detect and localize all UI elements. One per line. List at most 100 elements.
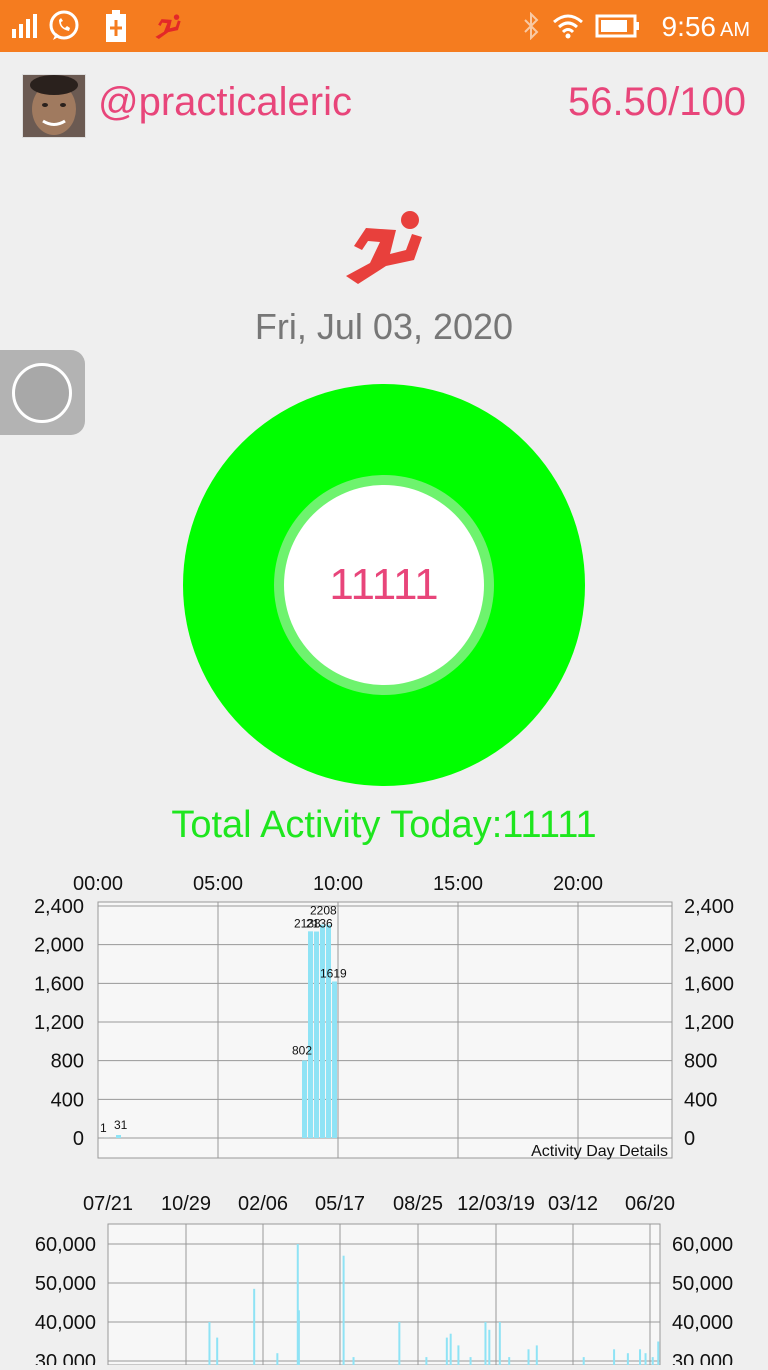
y-tick-label-right: 1,200	[684, 1012, 734, 1034]
ring-inner: 11111	[274, 475, 494, 695]
chart-bar	[425, 1357, 427, 1365]
chart-bar	[320, 925, 325, 1138]
chart-bar	[450, 1334, 452, 1365]
y-tick-label-right: 40,000	[672, 1312, 733, 1334]
chart-bar	[253, 1289, 255, 1365]
y-tick-label-right: 800	[684, 1051, 717, 1073]
chart-bar	[216, 1338, 218, 1365]
chart-bar	[470, 1357, 472, 1365]
x-tick-label: 15:00	[433, 873, 483, 895]
profile-header: @practicaleric 56.50/100	[0, 52, 768, 162]
y-tick-label-right: 0	[684, 1128, 695, 1150]
score: 56.50/100	[568, 80, 746, 125]
chart-bar	[657, 1342, 659, 1366]
chart-bar	[484, 1322, 486, 1365]
chart-bar	[613, 1349, 615, 1365]
chart-bar	[298, 1310, 300, 1365]
x-tick-label: 03/12	[548, 1193, 598, 1215]
bluetooth-icon	[520, 0, 542, 52]
ring-value: 11111	[284, 485, 484, 685]
activity-history-chart: 60,000 60,000 50,000 50,000 40,000 40,000 30,0…	[0, 1180, 768, 1365]
time-text: 9:56	[662, 11, 717, 42]
chart-bar	[208, 1322, 210, 1365]
chart-bar	[488, 1330, 490, 1365]
runner-icon	[150, 0, 184, 52]
x-tick-label: 12/03/19	[457, 1193, 535, 1215]
x-tick-label: 02/06	[238, 1193, 288, 1215]
bar-data-label: 2136	[306, 917, 333, 931]
chart-bar	[302, 1060, 307, 1138]
status-bar: 9:56AM	[0, 0, 768, 52]
chart-bar	[326, 925, 331, 1138]
y-tick-label-left: 1,600	[34, 973, 84, 995]
floating-assistive-button[interactable]	[0, 350, 85, 435]
total-activity-label: Total Activity Today:11111	[0, 804, 768, 847]
chart-bar	[645, 1353, 647, 1365]
chart-bar	[639, 1349, 641, 1365]
chart-bar	[499, 1322, 501, 1365]
chart-bar	[652, 1357, 654, 1365]
y-tick-label-right: 2,000	[684, 935, 734, 957]
y-tick-label-right: 400	[684, 1089, 717, 1111]
bar-data-label: 2208	[310, 904, 337, 918]
ampm-text: AM	[720, 19, 750, 41]
x-tick-label: 05:00	[193, 873, 243, 895]
y-tick-label-left: 1,200	[34, 1012, 84, 1034]
chart-bar	[116, 1135, 121, 1138]
chart-bar	[276, 1353, 278, 1365]
y-tick-label-left: 60,000	[35, 1234, 96, 1256]
activity-ring: 11111	[183, 384, 585, 786]
chart-bar	[353, 1357, 355, 1365]
x-tick-label: 05/17	[315, 1193, 365, 1215]
runner-icon	[340, 208, 428, 284]
plot-area	[98, 902, 672, 1158]
chart-bar	[398, 1322, 400, 1365]
circle-icon	[12, 363, 72, 423]
chart-bar	[583, 1357, 585, 1365]
y-tick-label-right: 50,000	[672, 1273, 733, 1295]
y-tick-label-left: 2,000	[34, 935, 84, 957]
activity-day-chart: 2,400 2,400 2,000 2,000 1,600 1,600 1,200 1,200…	[0, 862, 768, 1172]
signal-icon	[10, 0, 40, 52]
battery-icon	[594, 0, 642, 52]
y-tick-label-left: 2,400	[34, 896, 84, 918]
chart-bar	[457, 1345, 459, 1365]
bar-data-label: 1619	[320, 966, 347, 980]
chart-bar	[343, 1256, 345, 1365]
activity-day-chart-svg: 2,400 2,400 2,000 2,000 1,600 1,600 1,200 1,200…	[0, 862, 768, 1172]
y-tick-label-left: 40,000	[35, 1312, 96, 1334]
y-tick-label-left: 30,000	[35, 1351, 96, 1365]
username[interactable]: @practicaleric	[98, 80, 352, 125]
bar-data-label: 802	[292, 1043, 312, 1057]
x-tick-label: 10:00	[313, 873, 363, 895]
y-tick-label-left: 400	[51, 1089, 84, 1111]
x-tick-label: 20:00	[553, 873, 603, 895]
whatsapp-icon	[46, 0, 82, 52]
x-tick-label: 07/21	[83, 1193, 133, 1215]
chart-bar	[314, 932, 319, 1138]
y-tick-label-right: 60,000	[672, 1234, 733, 1256]
date-label: Fri, Jul 03, 2020	[0, 306, 768, 348]
chart-title: Activity Day Details	[531, 1143, 668, 1160]
y-tick-label-right: 30,000	[672, 1351, 733, 1365]
status-time: 9:56AM	[662, 0, 751, 52]
x-tick-label: 06/20	[625, 1193, 675, 1215]
activity-history-chart-svg: 60,000 60,000 50,000 50,000 40,000 40,000 30,0…	[0, 1180, 768, 1365]
chart-bar	[308, 931, 313, 1138]
battery-charging-icon	[102, 0, 130, 52]
x-tick-label: 00:00	[73, 873, 123, 895]
y-tick-label-right: 2,400	[684, 896, 734, 918]
chart-bar	[528, 1349, 530, 1365]
x-tick-label: 10/29	[161, 1193, 211, 1215]
chart-bar	[508, 1357, 510, 1365]
avatar[interactable]	[22, 74, 86, 138]
chart-bar	[332, 981, 337, 1138]
x-tick-label: 08/25	[393, 1193, 443, 1215]
chart-bar	[446, 1338, 448, 1365]
wifi-icon	[552, 0, 584, 52]
bar-data-label: 1	[100, 1121, 107, 1135]
y-tick-label-left: 800	[51, 1051, 84, 1073]
y-tick-label-left: 50,000	[35, 1273, 96, 1295]
y-tick-label-right: 1,600	[684, 973, 734, 995]
chart-bar	[536, 1345, 538, 1365]
